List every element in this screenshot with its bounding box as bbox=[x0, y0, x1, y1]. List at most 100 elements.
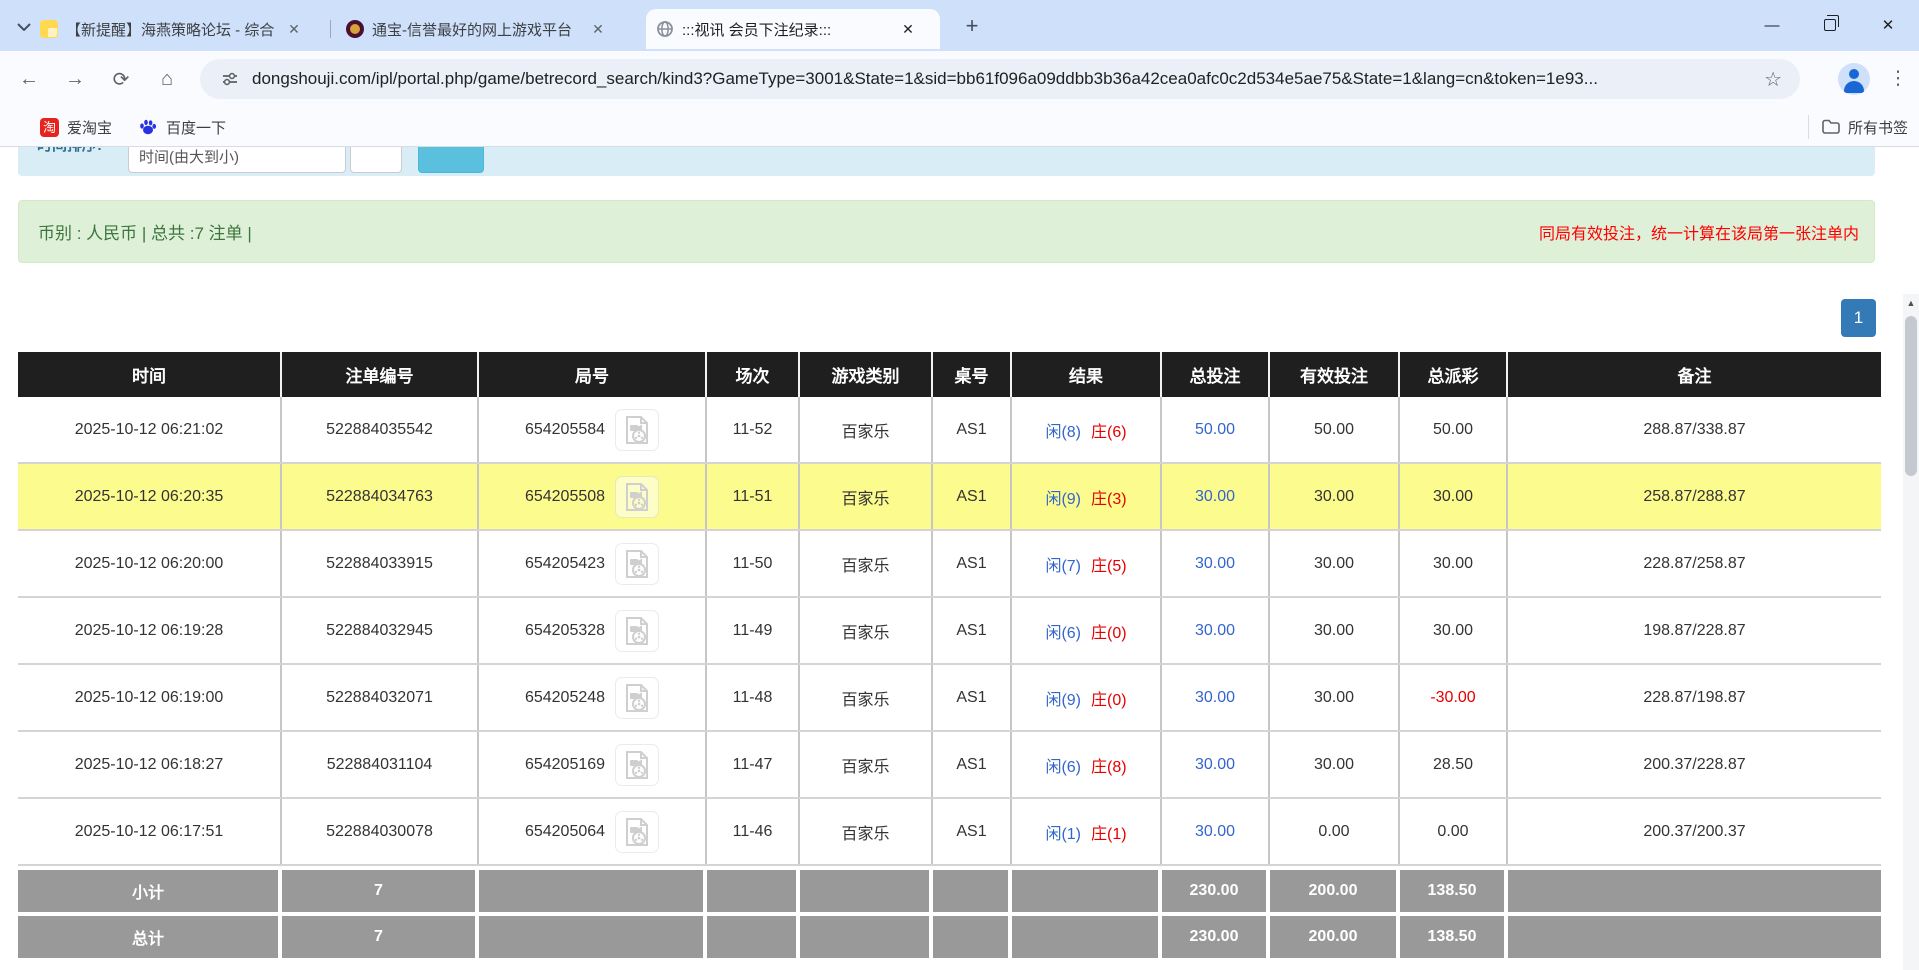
video-replay-button[interactable] bbox=[615, 744, 659, 786]
bookmark-aitaobao[interactable]: 淘 爱淘宝 bbox=[40, 115, 112, 139]
browser-menu-button[interactable]: ⋮ bbox=[1884, 65, 1912, 93]
tab-close-icon[interactable]: ✕ bbox=[284, 19, 304, 39]
tab-tongbao[interactable]: 通宝-信誉最好的网上游戏平台 ✕ bbox=[336, 9, 630, 49]
sort-select[interactable]: 时间(由大到小) bbox=[128, 147, 346, 173]
sort-select-secondary[interactable] bbox=[350, 147, 402, 173]
result-player: 闲(9) bbox=[1045, 686, 1081, 710]
cell-total-bet[interactable]: 30.00 bbox=[1162, 732, 1270, 797]
cell-game-type: 百家乐 bbox=[800, 799, 933, 864]
tab-title: 通宝-信誉最好的网上游戏平台 bbox=[372, 19, 580, 40]
scroll-up-icon[interactable]: ▲ bbox=[1903, 298, 1919, 308]
search-button[interactable] bbox=[418, 147, 484, 173]
result-banker: 庄(8) bbox=[1091, 753, 1127, 777]
site-settings-icon[interactable] bbox=[220, 69, 240, 89]
video-replay-button[interactable] bbox=[615, 610, 659, 652]
table-row: 2025-10-12 06:21:02 522884035542 6542055… bbox=[18, 397, 1881, 464]
cell-bet-id: 522884033915 bbox=[282, 531, 479, 596]
bookmark-star-icon[interactable]: ☆ bbox=[1764, 67, 1782, 92]
cell-payout: 30.00 bbox=[1400, 598, 1508, 663]
cell-remark: 198.87/228.87 bbox=[1508, 598, 1881, 663]
result-player: 闲(9) bbox=[1045, 485, 1081, 509]
cell-bet-id: 522884032071 bbox=[282, 665, 479, 730]
address-bar[interactable]: dongshouji.com/ipl/portal.php/game/betre… bbox=[200, 59, 1800, 99]
result-player: 闲(6) bbox=[1045, 619, 1081, 643]
cell-total-bet[interactable]: 50.00 bbox=[1162, 397, 1270, 462]
cell-time: 2025-10-12 06:19:00 bbox=[18, 665, 282, 730]
cell-session: 11-49 bbox=[707, 598, 800, 663]
page-scrollbar[interactable]: ▲ bbox=[1903, 294, 1919, 970]
header-payout: 总派彩 bbox=[1400, 352, 1508, 397]
forward-button[interactable]: → bbox=[60, 64, 90, 94]
cell-session: 11-50 bbox=[707, 531, 800, 596]
header-session: 场次 bbox=[707, 352, 800, 397]
bookmarks-bar: 淘 爱淘宝 百度一下 所有书签 bbox=[0, 107, 1919, 147]
cell-total-bet[interactable]: 30.00 bbox=[1162, 598, 1270, 663]
table-row: 2025-10-12 06:19:28 522884032945 6542053… bbox=[18, 598, 1881, 665]
bookmark-baidu[interactable]: 百度一下 bbox=[138, 115, 226, 139]
result-player: 闲(8) bbox=[1045, 418, 1081, 442]
total-count: 7 bbox=[282, 916, 479, 958]
tab-forum[interactable]: 【新提醒】海燕策略论坛 - 综合 ✕ bbox=[30, 9, 325, 49]
header-time: 时间 bbox=[18, 352, 282, 397]
table-row: 2025-10-12 06:20:35 522884034763 6542055… bbox=[18, 464, 1881, 531]
cell-total-bet[interactable]: 30.00 bbox=[1162, 665, 1270, 730]
video-replay-button[interactable] bbox=[615, 677, 659, 719]
new-tab-button[interactable]: + bbox=[958, 13, 986, 41]
cell-time: 2025-10-12 06:19:28 bbox=[18, 598, 282, 663]
cell-total-bet[interactable]: 30.00 bbox=[1162, 799, 1270, 864]
cell-game-type: 百家乐 bbox=[800, 531, 933, 596]
video-replay-button[interactable] bbox=[615, 476, 659, 518]
tab-close-icon[interactable]: ✕ bbox=[898, 19, 918, 39]
video-replay-icon bbox=[624, 416, 650, 444]
header-result: 结果 bbox=[1012, 352, 1162, 397]
close-window-button[interactable]: ✕ bbox=[1865, 8, 1911, 42]
cell-bet-id: 522884030078 bbox=[282, 799, 479, 864]
cell-total-bet[interactable]: 30.00 bbox=[1162, 464, 1270, 529]
cell-valid-bet: 30.00 bbox=[1270, 464, 1400, 529]
cell-bet-id: 522884031104 bbox=[282, 732, 479, 797]
browser-toolbar: ← → ⟳ ⌂ dongshouji.com/ipl/portal.php/ga… bbox=[0, 51, 1919, 107]
video-replay-icon bbox=[624, 818, 650, 846]
cell-payout: 30.00 bbox=[1400, 531, 1508, 596]
video-replay-button[interactable] bbox=[615, 543, 659, 585]
cell-table-no: AS1 bbox=[933, 732, 1012, 797]
cell-game-type: 百家乐 bbox=[800, 464, 933, 529]
cell-total-bet[interactable]: 30.00 bbox=[1162, 531, 1270, 596]
cell-valid-bet: 30.00 bbox=[1270, 531, 1400, 596]
cell-result: 闲(8) 庄(6) bbox=[1012, 397, 1162, 462]
cell-bet-id: 522884032945 bbox=[282, 598, 479, 663]
result-player: 闲(7) bbox=[1045, 552, 1081, 576]
tab-separator bbox=[330, 20, 331, 38]
maximize-button[interactable] bbox=[1807, 8, 1853, 42]
video-replay-button[interactable] bbox=[615, 409, 659, 451]
cell-bet-id: 522884035542 bbox=[282, 397, 479, 462]
tab-close-icon[interactable]: ✕ bbox=[588, 19, 608, 39]
browser-window: 【新提醒】海燕策略论坛 - 综合 ✕ 通宝-信誉最好的网上游戏平台 ✕ :::视… bbox=[0, 0, 1919, 970]
cell-remark: 228.87/258.87 bbox=[1508, 531, 1881, 596]
home-button[interactable]: ⌂ bbox=[152, 64, 182, 94]
result-banker: 庄(0) bbox=[1091, 686, 1127, 710]
minimize-button[interactable]: — bbox=[1749, 8, 1795, 42]
result-banker: 庄(1) bbox=[1091, 820, 1127, 844]
result-banker: 庄(0) bbox=[1091, 619, 1127, 643]
cell-result: 闲(9) 庄(0) bbox=[1012, 665, 1162, 730]
currency-summary-text: 币别 : 人民币 | 总共 :7 注单 | bbox=[38, 201, 252, 262]
cell-game-type: 百家乐 bbox=[800, 598, 933, 663]
tab-betrecord-active[interactable]: :::视讯 会员下注纪录::: ✕ bbox=[646, 9, 940, 49]
profile-avatar[interactable] bbox=[1838, 63, 1870, 95]
subtotal-count: 7 bbox=[282, 870, 479, 912]
reload-button[interactable]: ⟳ bbox=[106, 64, 136, 94]
back-button[interactable]: ← bbox=[14, 64, 44, 94]
all-bookmarks-button[interactable]: 所有书签 bbox=[1822, 115, 1908, 139]
header-valid-bet: 有效投注 bbox=[1270, 352, 1400, 397]
cell-session: 11-52 bbox=[707, 397, 800, 462]
pagination-page-1[interactable]: 1 bbox=[1841, 299, 1876, 337]
video-replay-icon bbox=[624, 617, 650, 645]
sort-label: 时间排序: bbox=[37, 147, 102, 155]
table-row: 2025-10-12 06:19:00 522884032071 6542052… bbox=[18, 665, 1881, 732]
page-content: 时间排序: 时间(由大到小) 币别 : 人民币 | 总共 :7 注单 | 同局有… bbox=[0, 147, 1919, 970]
result-player: 闲(6) bbox=[1045, 753, 1081, 777]
header-table-no: 桌号 bbox=[933, 352, 1012, 397]
video-replay-button[interactable] bbox=[615, 811, 659, 853]
scrollbar-thumb[interactable] bbox=[1905, 316, 1917, 476]
